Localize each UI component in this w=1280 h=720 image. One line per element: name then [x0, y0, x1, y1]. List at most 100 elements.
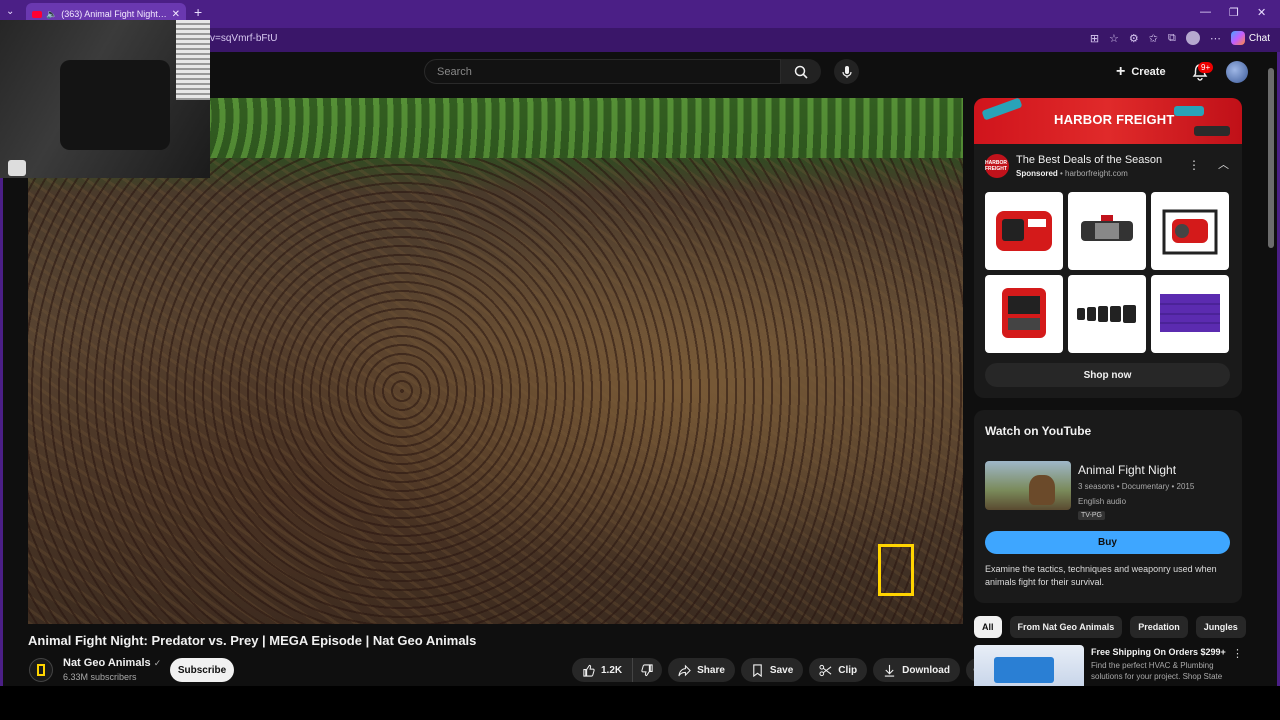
show-description: Examine the tactics, techniques and weap… [985, 564, 1217, 587]
like-count: 1.2K [601, 664, 623, 676]
favorite-star-icon[interactable]: ☆ [1109, 32, 1119, 45]
new-tab-button[interactable]: + [194, 4, 202, 20]
winch-icon [1081, 215, 1133, 241]
ad-sponsored: Sponsored • harborfreight.com [1016, 169, 1128, 178]
clip-button[interactable]: Clip [809, 658, 868, 682]
watch-on-youtube-card: Watch on YouTube Animal Fight Night 3 se… [974, 410, 1242, 603]
download-button[interactable]: Download [873, 658, 960, 682]
sockets-icon [1077, 305, 1136, 323]
plus-icon: + [1116, 63, 1126, 80]
highlight-box-overlay [878, 544, 914, 596]
product-socket-set[interactable] [1068, 275, 1146, 353]
product-winch[interactable] [1068, 192, 1146, 270]
channel-name[interactable]: Nat Geo Animals ✓ [63, 657, 161, 669]
show-audio: English audio [1078, 497, 1127, 506]
save-bookmark-icon [753, 663, 762, 677]
rec-thumbnail[interactable] [974, 645, 1084, 686]
wrench-icon [981, 98, 1023, 121]
video-actions: 1.2K Share Save Clip Download ⋯ [572, 658, 990, 682]
ad-more-icon[interactable]: ⋮ [1188, 158, 1200, 172]
create-button[interactable]: + Create [1116, 60, 1166, 84]
video-ant-swarm [28, 158, 963, 624]
webcam-window-blind [176, 20, 210, 100]
share-button[interactable]: Share [668, 658, 735, 682]
webcam-chair [60, 60, 170, 150]
chip-jungles[interactable]: Jungles [1195, 616, 1246, 638]
save-button[interactable]: Save [740, 658, 804, 682]
extensions-icon[interactable]: ⚙ [1129, 32, 1139, 45]
voice-search-button[interactable] [834, 59, 859, 84]
tab-list-chevron-icon[interactable]: ⌄ [6, 6, 14, 17]
chip-all[interactable]: All [974, 616, 1002, 638]
search-button[interactable] [781, 59, 821, 84]
ad-title[interactable]: The Best Deals of the Season [1016, 154, 1162, 166]
split-screen-icon[interactable]: ⊞ [1090, 32, 1099, 45]
restore-button[interactable]: ❐ [1229, 6, 1239, 19]
scissors-icon [819, 664, 832, 676]
taskbar-area [0, 686, 1280, 720]
subscribe-button[interactable]: Subscribe [170, 658, 234, 682]
drill-icon [1174, 106, 1204, 116]
tool-cabinet-icon [1160, 294, 1220, 332]
clip-label: Clip [838, 664, 858, 676]
show-meta: 3 seasons • Documentary • 2015 [1078, 482, 1195, 491]
bear-figure [1029, 475, 1055, 505]
drill-icon [1194, 126, 1230, 136]
chip-predation[interactable]: Predation [1130, 616, 1188, 638]
video-title: Animal Fight Night: Predator vs. Prey | … [28, 633, 477, 648]
advertiser-logo[interactable]: HARBOR FREIGHT [985, 154, 1009, 178]
chat-label: Chat [1248, 32, 1270, 44]
ad-banner-logo: HARBOR FREIGHT [1054, 112, 1175, 127]
generator-icon [1002, 288, 1046, 338]
webcam-cup [8, 160, 26, 176]
pump-icon [1162, 209, 1218, 255]
page-scrollbar[interactable] [1268, 60, 1274, 680]
microphone-icon [841, 65, 852, 78]
favorites-icon[interactable]: ✩ [1149, 32, 1158, 45]
ad-banner[interactable]: HARBOR FREIGHT [974, 98, 1242, 144]
chip-from-channel[interactable]: From Nat Geo Animals [1009, 616, 1123, 638]
channel-avatar[interactable] [29, 658, 53, 682]
toolbar-icons: ⊞ ☆ ⚙ ✩ ⧉ ⋯ Chat [1090, 31, 1270, 45]
watch-heading: Watch on YouTube [985, 424, 1092, 438]
show-title[interactable]: Animal Fight Night [1078, 463, 1176, 477]
collections-icon[interactable]: ⧉ [1168, 32, 1176, 45]
generator-icon [996, 211, 1052, 251]
search-input[interactable]: Search [424, 59, 781, 84]
rec-title[interactable]: Free Shipping On Orders $299+ [1091, 647, 1226, 657]
copilot-chat-button[interactable]: Chat [1230, 31, 1270, 45]
url-text[interactable]: v=sqVmrf-bFtU [210, 33, 278, 44]
buy-button[interactable]: Buy [985, 531, 1230, 554]
rec-description: Find the perfect HVAC & Plumbing solutio… [1091, 661, 1223, 681]
close-tab-icon[interactable]: ✕ [172, 9, 180, 20]
scrollbar-thumb[interactable] [1268, 68, 1274, 248]
ad-card[interactable]: HARBOR FREIGHT HARBOR FREIGHT The Best D… [974, 98, 1242, 398]
notification-badge: 9+ [1198, 62, 1214, 73]
dislike-button[interactable] [633, 658, 663, 682]
product-tool-cabinet[interactable] [1151, 275, 1229, 353]
ad-collapse-chevron-icon[interactable]: ︿ [1218, 156, 1229, 172]
more-menu-icon[interactable]: ⋯ [1210, 32, 1221, 45]
verified-icon: ✓ [153, 658, 162, 668]
hvac-unit-image [994, 657, 1054, 683]
show-thumbnail[interactable] [985, 461, 1071, 510]
speaker-icon[interactable]: 🔈 [46, 9, 57, 20]
minimize-button[interactable]: — [1200, 6, 1211, 18]
nat-geo-logo-icon [37, 664, 45, 676]
product-water-pump[interactable] [1151, 192, 1229, 270]
like-button[interactable]: 1.2K [572, 658, 634, 682]
account-avatar[interactable] [1226, 61, 1248, 83]
thumbs-up-icon [583, 664, 595, 677]
shop-now-button[interactable]: Shop now [985, 363, 1230, 387]
like-dislike-group: 1.2K [572, 658, 663, 682]
product-inverter-generator[interactable] [985, 275, 1063, 353]
webcam-overlay [0, 20, 210, 178]
profile-avatar[interactable] [1185, 31, 1200, 45]
download-label: Download [902, 664, 950, 676]
save-label: Save [769, 664, 794, 676]
thumbs-down-icon [641, 663, 653, 676]
product-generator-red[interactable] [985, 192, 1063, 270]
tab-title: (363) Animal Fight Night: Pre [61, 9, 168, 19]
close-window-button[interactable]: ✕ [1257, 6, 1266, 19]
rec-more-icon[interactable]: ⋮ [1232, 647, 1243, 660]
